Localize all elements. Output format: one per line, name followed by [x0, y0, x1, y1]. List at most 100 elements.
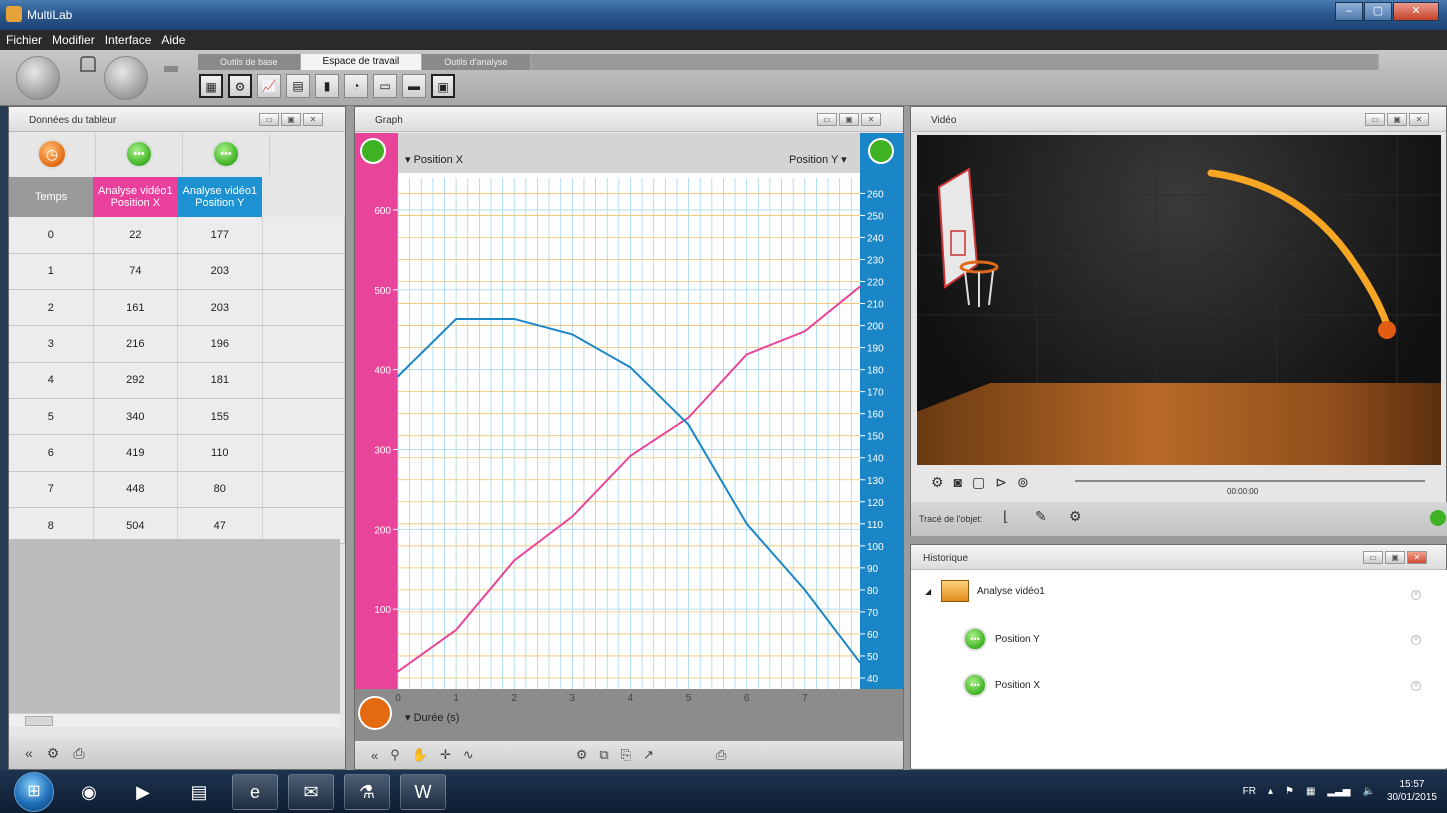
play-icon[interactable]: ⊳: [995, 474, 1007, 491]
history-item-position-y[interactable]: ••• Position Y: [963, 627, 1040, 651]
flag-icon[interactable]: ⚑: [1285, 786, 1294, 797]
remove-icon[interactable]: ✕: [1411, 635, 1421, 645]
menu-aide[interactable]: Aide: [161, 33, 185, 47]
folder-tool-icon[interactable]: ▬: [402, 74, 426, 98]
pan-hand-icon[interactable]: ✋: [412, 747, 428, 763]
camera-icon[interactable]: ◙: [954, 474, 962, 490]
history-item-position-x[interactable]: ••• Position X: [963, 673, 1040, 697]
menu-interface[interactable]: Interface: [105, 33, 152, 47]
cell-position-x[interactable]: 216: [93, 325, 179, 363]
bar-chart-tool-icon[interactable]: ▮: [315, 74, 339, 98]
left-axis-selector[interactable]: ▾ Position X: [405, 153, 463, 166]
explorer-folder-icon[interactable]: ▤: [176, 774, 222, 810]
print-icon[interactable]: ⎙: [716, 747, 726, 763]
tab-espace-de-travail[interactable]: Espace de travail: [300, 54, 423, 70]
frame-icon[interactable]: ▢: [972, 474, 985, 491]
cell-position-y[interactable]: 181: [177, 362, 263, 399]
network-icon[interactable]: ▦: [1306, 786, 1315, 797]
video-sensor-icon[interactable]: •••: [125, 140, 153, 168]
cell-temps[interactable]: 5: [9, 398, 94, 436]
remove-icon[interactable]: ✕: [1411, 590, 1421, 600]
menu-fichier[interactable]: Fichier: [6, 33, 42, 47]
key-icon[interactable]: [164, 66, 178, 72]
axis-tool-icon[interactable]: ⌊: [1003, 508, 1008, 525]
panel-restore-button[interactable]: ▣: [1387, 113, 1407, 126]
close-button[interactable]: ✕: [1393, 2, 1439, 21]
print-icon[interactable]: ⎙: [73, 745, 84, 762]
panel-close-button[interactable]: ✕: [303, 113, 323, 126]
graph-tool-icon[interactable]: 📈: [257, 74, 281, 98]
layout-tool-icon[interactable]: ▦: [199, 74, 223, 98]
cell-position-x[interactable]: 292: [93, 362, 179, 399]
collapse-icon[interactable]: «: [371, 748, 378, 763]
panel-minimize-button[interactable]: ▭: [817, 113, 837, 126]
media-player-icon[interactable]: ▶: [120, 774, 166, 810]
cell-position-x[interactable]: 161: [93, 289, 179, 327]
copy-icon[interactable]: ⧉: [599, 747, 608, 763]
table-tool-icon[interactable]: ▤: [286, 74, 310, 98]
line-chart[interactable]: 1002003004005006004050607080901001101201…: [355, 133, 903, 743]
video-frame[interactable]: [917, 135, 1441, 465]
panel-minimize-button[interactable]: ▭: [1363, 551, 1383, 564]
chrome-icon[interactable]: ◉: [66, 774, 112, 810]
trace-edit-icon[interactable]: ✎: [1035, 508, 1047, 525]
cell-position-y[interactable]: 196: [177, 325, 263, 363]
cell-position-x[interactable]: 419: [93, 434, 179, 472]
gear-icon[interactable]: ⚙: [47, 745, 60, 762]
trace-settings-icon[interactable]: ⚙: [1069, 508, 1082, 525]
cell-position-y[interactable]: 155: [177, 398, 263, 436]
sensor-settings-icon[interactable]: ⚙: [228, 74, 252, 98]
panel-close-button[interactable]: ✕: [1409, 113, 1429, 126]
panel-restore-button[interactable]: ▣: [1385, 551, 1405, 564]
multilab-taskbar-icon[interactable]: ⚗: [344, 774, 390, 810]
video-tool-icon[interactable]: ▣: [431, 74, 455, 98]
cell-position-x[interactable]: 340: [93, 398, 179, 436]
remove-icon[interactable]: ✕: [1411, 681, 1421, 691]
cell-position-x[interactable]: 22: [93, 217, 179, 254]
panel-minimize-button[interactable]: ▭: [259, 113, 279, 126]
record-icon[interactable]: ⊚: [1017, 474, 1029, 491]
internet-explorer-icon[interactable]: e: [232, 774, 278, 810]
zoom-icon[interactable]: ⚲: [390, 747, 400, 763]
volume-icon[interactable]: 🔈: [1362, 786, 1374, 797]
x-axis-selector[interactable]: ▾ Durée (s): [405, 711, 459, 724]
start-button[interactable]: ⊞: [14, 772, 54, 812]
play-record-button[interactable]: [16, 56, 60, 100]
header-position-y[interactable]: Analyse vidéo1 Position Y: [177, 177, 263, 217]
cell-temps[interactable]: 6: [9, 434, 94, 472]
lock-icon[interactable]: [80, 56, 96, 72]
word-icon[interactable]: W: [400, 774, 446, 810]
cell-position-x[interactable]: 448: [93, 471, 179, 508]
cell-temps[interactable]: 4: [9, 362, 94, 399]
cell-position-y[interactable]: 203: [177, 289, 263, 327]
video-timeline-slider[interactable]: [1075, 480, 1425, 482]
meter-tool-icon[interactable]: ◔: [344, 74, 368, 98]
video-sensor-icon[interactable]: •••: [212, 140, 240, 168]
minimize-button[interactable]: –: [1335, 2, 1363, 21]
clock-icon[interactable]: ◷: [37, 139, 67, 169]
curve-fit-icon[interactable]: ∿: [463, 747, 474, 763]
cell-position-x[interactable]: 74: [93, 253, 179, 291]
cell-position-y[interactable]: 110: [177, 434, 263, 472]
panel-close-button[interactable]: ✕: [1407, 551, 1427, 564]
signal-icon[interactable]: ▂▃▅: [1327, 786, 1350, 797]
export-icon[interactable]: ↗: [643, 747, 654, 763]
cell-temps[interactable]: 0: [9, 217, 94, 254]
panel-restore-button[interactable]: ▣: [281, 113, 301, 126]
tab-outils-de-base[interactable]: Outils de base: [198, 54, 301, 70]
history-item-root[interactable]: Analyse vidéo1: [941, 580, 1045, 602]
tree-collapse-icon[interactable]: ◢: [925, 587, 931, 596]
scrollbar-thumb[interactable]: [25, 716, 53, 726]
gear-icon[interactable]: ⚙: [931, 474, 944, 491]
gear-icon[interactable]: ⚙: [576, 747, 588, 763]
cell-position-y[interactable]: 203: [177, 253, 263, 291]
crosshair-icon[interactable]: ✛: [440, 747, 451, 763]
collapse-icon[interactable]: «: [25, 745, 33, 761]
panel-minimize-button[interactable]: ▭: [1365, 113, 1385, 126]
right-axis-selector[interactable]: Position Y ▾: [789, 153, 847, 166]
cell-temps[interactable]: 7: [9, 471, 94, 508]
cell-temps[interactable]: 3: [9, 325, 94, 363]
taskbar-clock[interactable]: 15:57 30/01/2015: [1387, 778, 1437, 804]
maximize-button[interactable]: ▢: [1364, 2, 1392, 21]
table-horizontal-scrollbar[interactable]: [9, 713, 340, 727]
